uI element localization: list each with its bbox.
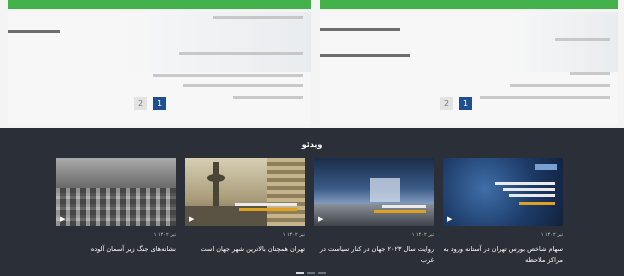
play-icon: ▶ — [318, 215, 324, 223]
carousel-dot[interactable] — [307, 272, 315, 274]
video-title[interactable]: تهران همچنان بالاترین شهر جهان است — [185, 244, 305, 255]
video-card-3[interactable]: ▶ ۱ تیر ۱۴۰۲ تهران همچنان بالاترین شهر ج… — [185, 158, 305, 253]
video-title[interactable]: نشانه‌های جنگ زیر آسمان آلوده — [56, 244, 176, 255]
video-thumbnail[interactable]: ▶ — [185, 158, 305, 226]
right-page-1[interactable]: 1 — [459, 97, 472, 110]
video-card-4[interactable]: ▶ ۱ تیر ۱۴۰۲ نشانه‌های جنگ زیر آسمان آلو… — [56, 158, 176, 253]
left-column-image — [121, 12, 311, 72]
video-date: ۱ تیر ۱۴۰۲ — [540, 232, 563, 238]
video-section: ویدئو ▶ ۱ تیر ۱۴۰۲ نشانه‌های جنگ زیر آسم… — [0, 128, 624, 276]
video-thumbnail[interactable]: ▶ — [56, 158, 176, 226]
play-icon: ▶ — [447, 215, 453, 223]
right-column-image — [508, 12, 618, 72]
video-card-2[interactable]: ▶ ۱ تیر ۱۴۰۲ روایت سال ۲۰۲۳ جهان در کنار… — [314, 158, 434, 264]
play-icon: ▶ — [60, 215, 66, 223]
play-icon: ▶ — [189, 215, 195, 223]
video-thumbnail[interactable]: ▶ — [314, 158, 434, 226]
right-page-2[interactable]: 2 — [440, 97, 453, 110]
video-card-1[interactable]: ▶ ۱ تیر ۱۴۰۲ سهام شاخص بورس تهران در آست… — [443, 158, 563, 264]
right-green-bar — [320, 0, 618, 9]
video-date: ۱ تیر ۱۴۰۲ — [282, 232, 305, 238]
right-pagination: 2 1 — [440, 97, 472, 110]
left-page-1[interactable]: 1 — [153, 97, 166, 110]
carousel-dot[interactable] — [318, 272, 326, 274]
carousel-dots — [296, 272, 326, 274]
video-date: ۱ تیر ۱۴۰۲ — [153, 232, 176, 238]
carousel-dot[interactable] — [296, 272, 304, 274]
left-article-column[interactable]: 2 1 — [8, 12, 311, 124]
video-date: ۱ تیر ۱۴۰۲ — [411, 232, 434, 238]
right-article-column[interactable]: 2 1 — [320, 12, 618, 124]
left-green-bar — [8, 0, 311, 9]
video-title[interactable]: روایت سال ۲۰۲۳ جهان در کنار سیاست در غرب — [314, 244, 434, 266]
video-thumbnail[interactable]: ▶ — [443, 158, 563, 226]
video-title[interactable]: سهام شاخص بورس تهران در آستانه ورود به م… — [443, 244, 563, 266]
left-pagination: 2 1 — [134, 97, 166, 110]
left-page-2[interactable]: 2 — [134, 97, 147, 110]
video-section-title: ویدئو — [301, 140, 323, 149]
articles-section: 2 1 2 1 — [0, 0, 624, 128]
